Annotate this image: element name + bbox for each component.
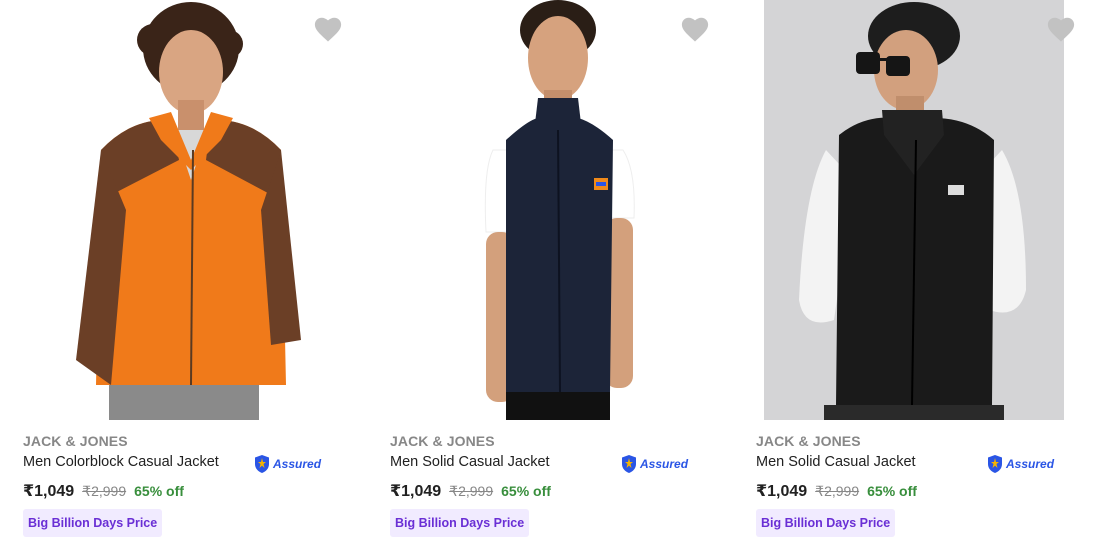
product-title[interactable]: Men Colorblock Casual Jacket bbox=[23, 454, 219, 470]
offer-badge-label: Big Billion Days Price bbox=[761, 516, 891, 530]
assured-badge: Assured bbox=[986, 453, 1054, 475]
product-title[interactable]: Men Solid Casual Jacket bbox=[756, 454, 916, 470]
product-card[interactable]: JACK & JONES Men Solid Casual Jacket Ass… bbox=[733, 0, 1099, 542]
offer-badge: Big Billion Days Price bbox=[756, 509, 896, 537]
discount-percent: 65% off bbox=[501, 483, 551, 499]
product-brand: JACK & JONES bbox=[756, 433, 861, 449]
offer-badge: Big Billion Days Price bbox=[23, 509, 163, 537]
assured-shield-icon bbox=[988, 455, 1002, 473]
black-vest-photo bbox=[764, 0, 1064, 420]
discount-percent: 65% off bbox=[867, 483, 917, 499]
orange-colorblock-jacket-photo bbox=[31, 0, 331, 420]
product-image[interactable] bbox=[398, 0, 698, 420]
product-image[interactable] bbox=[31, 0, 331, 420]
assured-badge: Assured bbox=[620, 453, 688, 475]
product-image[interactable] bbox=[764, 0, 1064, 420]
assured-shield-icon bbox=[255, 455, 269, 473]
selling-price: ₹1,049 bbox=[390, 483, 442, 500]
assured-label: Assured bbox=[273, 457, 322, 471]
wishlist-heart-icon[interactable] bbox=[1046, 15, 1076, 43]
product-card[interactable]: JACK & JONES Men Colorblock Casual Jacke… bbox=[0, 0, 366, 542]
selling-price: ₹1,049 bbox=[756, 483, 808, 500]
product-title[interactable]: Men Solid Casual Jacket bbox=[390, 454, 550, 470]
assured-label: Assured bbox=[1006, 457, 1055, 471]
discount-percent: 65% off bbox=[134, 483, 184, 499]
price-row: ₹1,049 ₹2,999 65% off bbox=[390, 481, 551, 501]
product-brand: JACK & JONES bbox=[23, 433, 128, 449]
assured-shield-icon bbox=[622, 455, 636, 473]
wishlist-heart-icon[interactable] bbox=[313, 15, 343, 43]
selling-price: ₹1,049 bbox=[23, 483, 75, 500]
product-brand: JACK & JONES bbox=[390, 433, 495, 449]
assured-label: Assured bbox=[640, 457, 689, 471]
offer-badge-label: Big Billion Days Price bbox=[28, 516, 158, 530]
original-price: ₹2,999 bbox=[449, 483, 494, 499]
wishlist-heart-icon[interactable] bbox=[680, 15, 710, 43]
product-card[interactable]: JACK & JONES Men Solid Casual Jacket Ass… bbox=[367, 0, 733, 542]
offer-badge: Big Billion Days Price bbox=[390, 509, 530, 537]
price-row: ₹1,049 ₹2,999 65% off bbox=[23, 481, 184, 501]
offer-badge-label: Big Billion Days Price bbox=[395, 516, 525, 530]
navy-vest-photo bbox=[398, 0, 698, 420]
assured-badge: Assured bbox=[253, 453, 321, 475]
original-price: ₹2,999 bbox=[815, 483, 860, 499]
price-row: ₹1,049 ₹2,999 65% off bbox=[756, 481, 917, 501]
original-price: ₹2,999 bbox=[82, 483, 127, 499]
